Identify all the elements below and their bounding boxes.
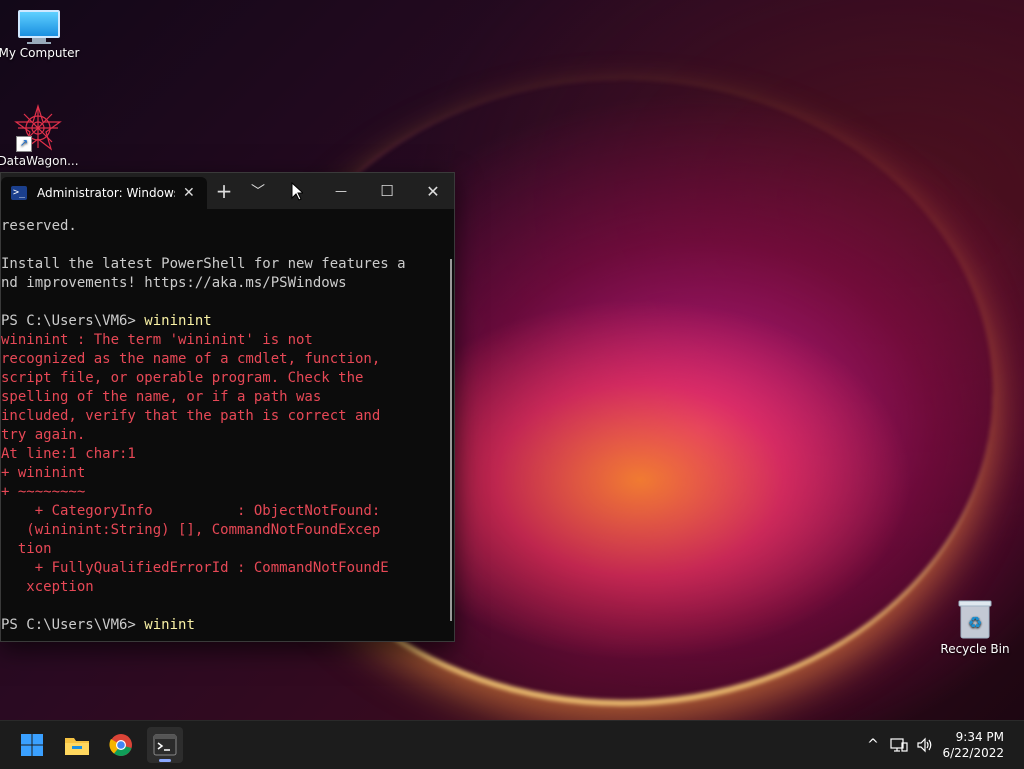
terminal-titlebar[interactable]: >_ Administrator: Windows F ✕ + ﹀ — ☐ ✕ <box>1 173 454 209</box>
shortcut-arrow-icon: ↗ <box>16 136 32 152</box>
desktop-icon-label: My Computer <box>0 46 80 60</box>
minimize-button[interactable]: — <box>321 173 361 209</box>
prompt: PS C:\Users\VM6> <box>1 617 145 633</box>
monitor-icon <box>18 10 60 44</box>
error-line: xception <box>1 579 94 595</box>
taskbar-clock[interactable]: 9:34 PM 6/22/2022 <box>942 729 1004 761</box>
error-line: wininint : The term 'wininint' is not <box>1 332 313 348</box>
prompt-line: PS C:\Users\VM6> wininint <box>1 312 452 331</box>
volume-icon[interactable] <box>916 737 934 753</box>
powershell-icon: >_ <box>11 186 27 200</box>
desktop-icon-my-computer[interactable]: My Computer <box>0 10 81 60</box>
taskbar-file-explorer[interactable] <box>59 727 95 763</box>
folder-icon <box>65 738 89 755</box>
mouse-cursor-icon <box>291 181 305 205</box>
desktop-icon-datawagon[interactable]: ↗ DataWagon... <box>0 103 80 168</box>
desktop-icon-label: Recycle Bin <box>940 642 1010 656</box>
start-button[interactable] <box>14 727 50 763</box>
tab-powershell[interactable]: >_ Administrator: Windows F ✕ <box>1 177 207 209</box>
recycle-bin-icon: ♻ <box>957 598 993 640</box>
error-line: included, verify that the path is correc… <box>1 408 381 424</box>
prompt-line: PS C:\Users\VM6> winint <box>1 616 452 635</box>
terminal-icon <box>153 734 177 756</box>
desktop-icon-label: DataWagon... <box>0 154 79 168</box>
network-icon[interactable] <box>890 737 908 753</box>
output-line: nd improvements! https://aka.ms/PSWindow… <box>1 275 347 291</box>
error-line: (wininint:String) [], CommandNotFoundExc… <box>1 522 381 538</box>
error-line: + CategoryInfo : ObjectNotFound: <box>1 503 381 519</box>
error-line: + wininint <box>1 465 86 481</box>
output-line: reserved. <box>1 218 77 234</box>
error-line: tion <box>1 541 52 557</box>
terminal-window[interactable]: >_ Administrator: Windows F ✕ + ﹀ — ☐ ✕ … <box>0 172 455 642</box>
taskbar-chrome[interactable] <box>103 727 139 763</box>
tab-title: Administrator: Windows F <box>37 186 175 200</box>
command-text: wininint <box>144 313 212 329</box>
active-indicator <box>159 759 171 762</box>
tab-close-icon[interactable]: ✕ <box>183 185 195 201</box>
command-input-text[interactable]: winint <box>144 617 195 633</box>
error-line: At line:1 char:1 <box>1 446 136 462</box>
clock-date: 6/22/2022 <box>942 746 1004 760</box>
error-line: recognized as the name of a cmdlet, func… <box>1 351 381 367</box>
close-button[interactable]: ✕ <box>413 173 453 209</box>
prompt: PS C:\Users\VM6> <box>1 313 145 329</box>
clock-time: 9:34 PM <box>955 730 1004 744</box>
error-line: spelling of the name, or if a path was <box>1 389 322 405</box>
error-line: script file, or operable program. Check … <box>1 370 364 386</box>
datawagon-icon: ↗ <box>14 103 62 152</box>
error-line: + FullyQualifiedErrorId : CommandNotFoun… <box>1 560 389 576</box>
error-line: try again. <box>1 427 86 443</box>
taskbar: ^ 9:34 PM 6/22/2022 <box>0 720 1024 769</box>
system-tray: ^ <box>862 721 934 769</box>
output-line: Install the latest PowerShell for new fe… <box>1 256 406 272</box>
chrome-icon <box>109 734 132 756</box>
tab-dropdown-button[interactable]: ﹀ <box>245 173 271 209</box>
maximize-button[interactable]: ☐ <box>367 173 407 209</box>
desktop-icon-recycle-bin[interactable]: ♻ Recycle Bin <box>933 598 1017 656</box>
error-line: + ~~~~~~~~ <box>1 484 86 500</box>
windows-logo-icon <box>21 734 43 756</box>
taskbar-terminal[interactable] <box>147 727 183 763</box>
tray-overflow-chevron-icon[interactable]: ^ <box>862 737 884 753</box>
svg-text:♻: ♻ <box>968 613 982 632</box>
terminal-scrollbar[interactable] <box>450 259 452 621</box>
terminal-output[interactable]: reserved. Install the latest PowerShell … <box>1 209 452 649</box>
new-tab-button[interactable]: + <box>211 173 237 209</box>
